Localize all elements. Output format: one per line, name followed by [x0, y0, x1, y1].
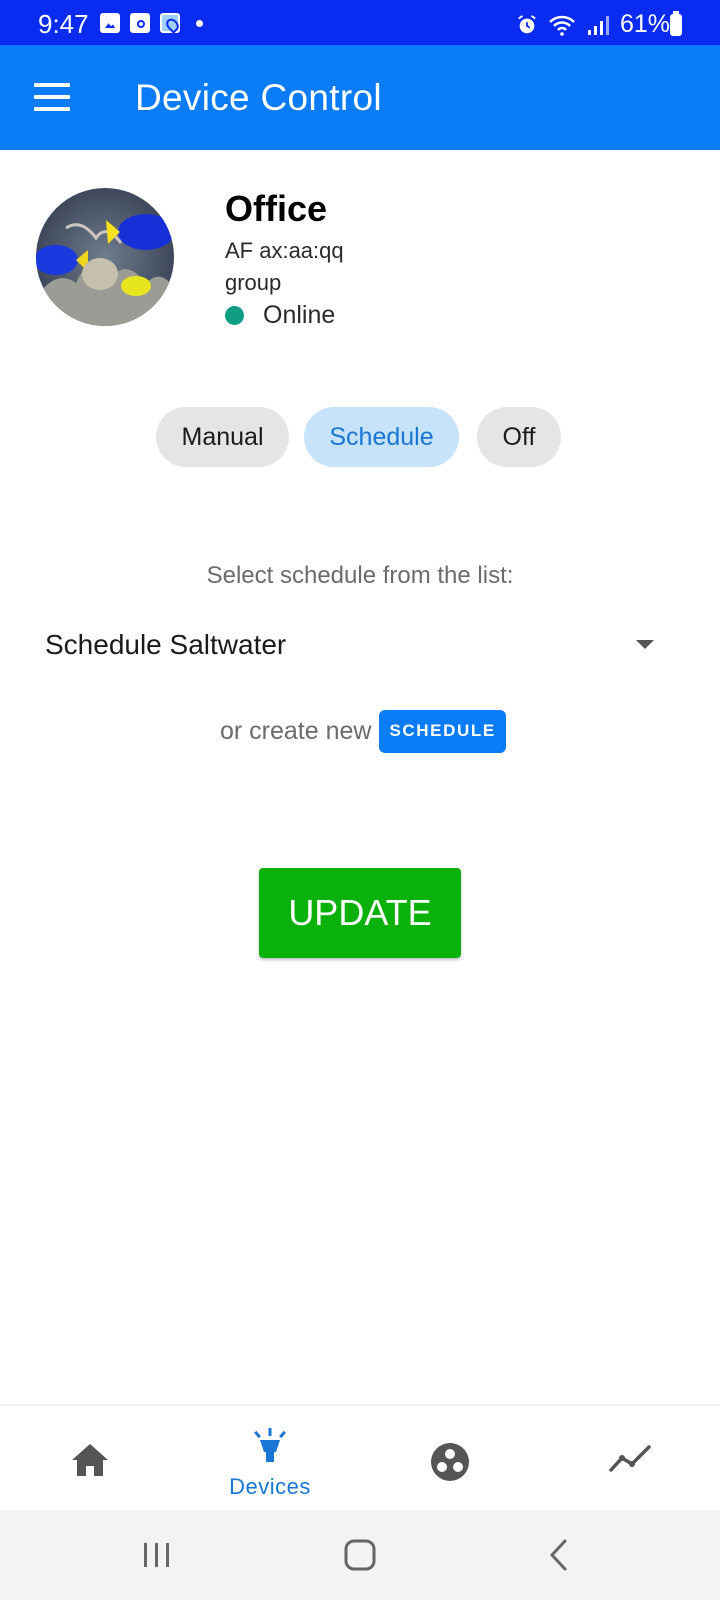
device-name: Office [225, 188, 328, 229]
app-bar: Device Control [0, 45, 720, 150]
device-mac-address: AF ax:aa:qq [225, 238, 344, 263]
dropdown-arrow-icon [636, 640, 654, 649]
update-button[interactable]: UPDATE [259, 868, 461, 958]
chart-line-icon [609, 1445, 651, 1472]
status-time: 9:47 [38, 9, 89, 39]
schedule-dropdown-value: Schedule Saltwater [45, 629, 287, 660]
nav-item-community[interactable] [360, 1406, 540, 1512]
recent-apps-icon [144, 1543, 169, 1567]
nav-item-devices[interactable]: Devices [180, 1406, 360, 1512]
more-notifications-dot-icon [196, 19, 203, 27]
create-new-text: or create new [220, 716, 372, 745]
media-icon [130, 13, 150, 33]
online-status-dot-icon [225, 306, 244, 325]
hamburger-menu-icon[interactable] [34, 83, 70, 111]
back-icon [549, 1539, 567, 1571]
nav-item-statistics[interactable] [540, 1406, 720, 1512]
mode-chip-off[interactable]: Off [477, 407, 561, 467]
community-icon [431, 1443, 469, 1481]
alarm-icon [518, 14, 536, 33]
device-avatar [36, 188, 174, 326]
home-icon [72, 1444, 108, 1476]
mode-chip-manual[interactable]: Manual [156, 407, 289, 467]
device-status: Online [263, 301, 336, 329]
nav-label-devices: Devices [229, 1474, 311, 1499]
nav-item-home[interactable] [0, 1406, 180, 1512]
device-type: group [225, 270, 282, 295]
create-schedule-row: or create new SCHEDULE [220, 709, 506, 753]
battery-percentage: 61% [619, 10, 670, 38]
system-back-button[interactable] [520, 1532, 600, 1578]
create-schedule-button[interactable]: SCHEDULE [379, 709, 506, 753]
system-home-button[interactable] [320, 1532, 400, 1578]
mode-chip-schedule[interactable]: Schedule [304, 407, 459, 467]
devices-lamp-icon [254, 1428, 286, 1462]
maps-icon [160, 13, 180, 33]
recent-apps-button[interactable] [117, 1532, 197, 1578]
schedule-dropdown[interactable]: Schedule Saltwater [36, 625, 666, 669]
signal-icon [587, 15, 609, 35]
page-title: Device Control [135, 77, 382, 118]
schedule-select-label: Select schedule from the list: [206, 562, 514, 589]
wifi-icon [549, 15, 575, 36]
bottom-navigation: Devices [0, 1404, 720, 1510]
status-bar: 9:47 61% [0, 0, 720, 45]
home-circle-icon [344, 1539, 376, 1571]
system-icons: 61% [516, 10, 670, 39]
system-navigation-bar [0, 1510, 720, 1600]
gallery-icon [100, 13, 120, 33]
notification-icons [100, 13, 203, 33]
battery-icon [670, 11, 682, 36]
